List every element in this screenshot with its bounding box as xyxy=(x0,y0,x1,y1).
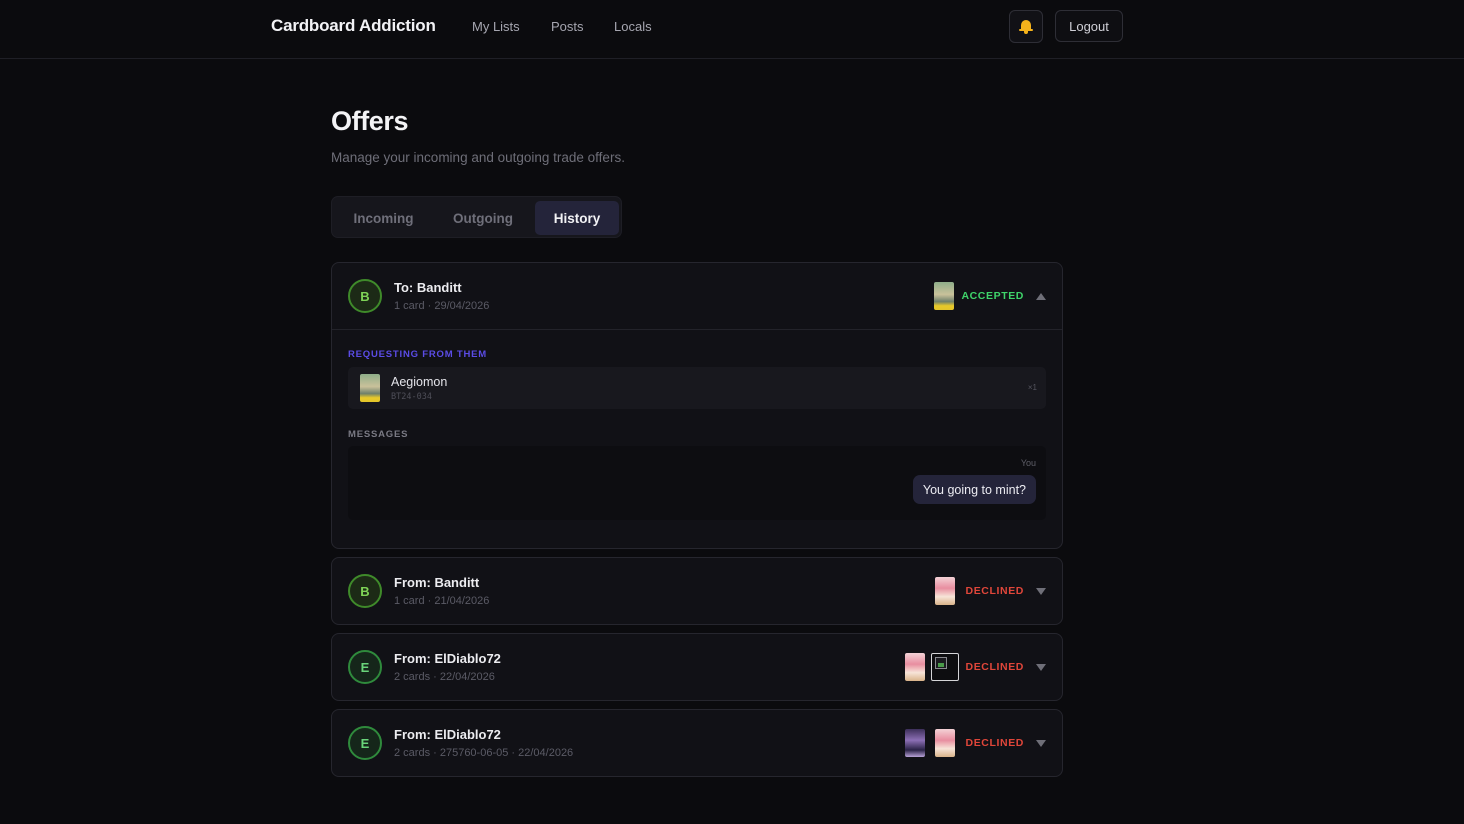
offer-title: From: ElDiablo72 xyxy=(394,727,501,742)
card-quantity: ×1 xyxy=(1027,383,1037,392)
offer-card: B To: Banditt 1 card · 29/04/2026 ACCEPT… xyxy=(331,262,1063,549)
offer-meta: 2 cards · 275760-06-05 · 22/04/2026 xyxy=(394,747,574,759)
message-author: You xyxy=(1020,458,1036,468)
notifications-button[interactable] xyxy=(1009,10,1043,43)
avatar: B xyxy=(348,279,382,313)
brand-logo[interactable]: Cardboard Addiction xyxy=(271,16,436,36)
list-item[interactable]: Aegiomon BT24-034 ×1 xyxy=(348,367,1046,409)
card-code: BT24-034 xyxy=(391,392,432,402)
offer-meta: 2 cards · 22/04/2026 xyxy=(394,671,495,683)
tab-outgoing[interactable]: Outgoing xyxy=(436,201,530,235)
offer-card: E From: ElDiablo72 2 cards · 275760-06-0… xyxy=(331,709,1063,777)
offer-card: B From: Banditt 1 card · 21/04/2026 DECL… xyxy=(331,557,1063,625)
offer-title: To: Banditt xyxy=(394,280,462,295)
nav-locals[interactable]: Locals xyxy=(614,19,652,34)
offer-header[interactable]: E From: ElDiablo72 2 cards · 275760-06-0… xyxy=(332,710,1062,776)
status-badge: DECLINED xyxy=(965,661,1024,673)
offer-meta: 1 card · 29/04/2026 xyxy=(394,300,490,312)
message-bubble: You going to mint? xyxy=(912,475,1036,504)
page-subtitle: Manage your incoming and outgoing trade … xyxy=(331,150,625,165)
tab-incoming[interactable]: Incoming xyxy=(336,201,431,235)
offer-title: From: ElDiablo72 xyxy=(394,651,501,666)
card-thumbnail xyxy=(905,653,925,681)
chevron-down-icon[interactable] xyxy=(1036,664,1046,671)
status-badge: DECLINED xyxy=(965,737,1024,749)
card-thumbnail xyxy=(935,577,955,605)
offer-meta: 1 card · 21/04/2026 xyxy=(394,595,490,607)
offer-card: E From: ElDiablo72 2 cards · 22/04/2026 … xyxy=(331,633,1063,701)
card-thumbnail xyxy=(360,374,380,402)
bell-icon xyxy=(1019,19,1033,34)
avatar: E xyxy=(348,726,382,760)
avatar: B xyxy=(348,574,382,608)
offer-tabs: Incoming Outgoing History xyxy=(331,196,622,238)
card-name: Aegiomon xyxy=(391,375,448,389)
chevron-down-icon[interactable] xyxy=(1036,740,1046,747)
card-thumbnail xyxy=(934,282,954,310)
offer-title: From: Banditt xyxy=(394,575,480,590)
status-badge: ACCEPTED xyxy=(961,290,1024,302)
offer-header[interactable]: B To: Banditt 1 card · 29/04/2026 ACCEPT… xyxy=(332,263,1062,329)
messages-panel: You You going to mint? xyxy=(348,446,1046,520)
requesting-label: REQUESTING FROM THEM xyxy=(348,349,487,360)
nav-my-lists[interactable]: My Lists xyxy=(472,19,520,34)
broken-image-icon xyxy=(931,653,959,681)
status-badge: DECLINED xyxy=(965,585,1024,597)
offer-header[interactable]: B From: Banditt 1 card · 21/04/2026 DECL… xyxy=(332,558,1062,624)
divider xyxy=(332,329,1062,330)
chevron-down-icon[interactable] xyxy=(1036,588,1046,595)
card-thumbnail xyxy=(935,729,955,757)
card-thumbnail xyxy=(905,729,925,757)
nav-posts[interactable]: Posts xyxy=(551,19,584,34)
avatar: E xyxy=(348,650,382,684)
top-nav: Cardboard Addiction My Lists Posts Local… xyxy=(0,0,1464,59)
offer-header[interactable]: E From: ElDiablo72 2 cards · 22/04/2026 … xyxy=(332,634,1062,700)
messages-label: MESSAGES xyxy=(348,429,409,440)
page-title: Offers xyxy=(331,106,409,136)
tab-history[interactable]: History xyxy=(535,201,619,235)
chevron-up-icon[interactable] xyxy=(1036,293,1046,300)
logout-button[interactable]: Logout xyxy=(1055,10,1123,42)
